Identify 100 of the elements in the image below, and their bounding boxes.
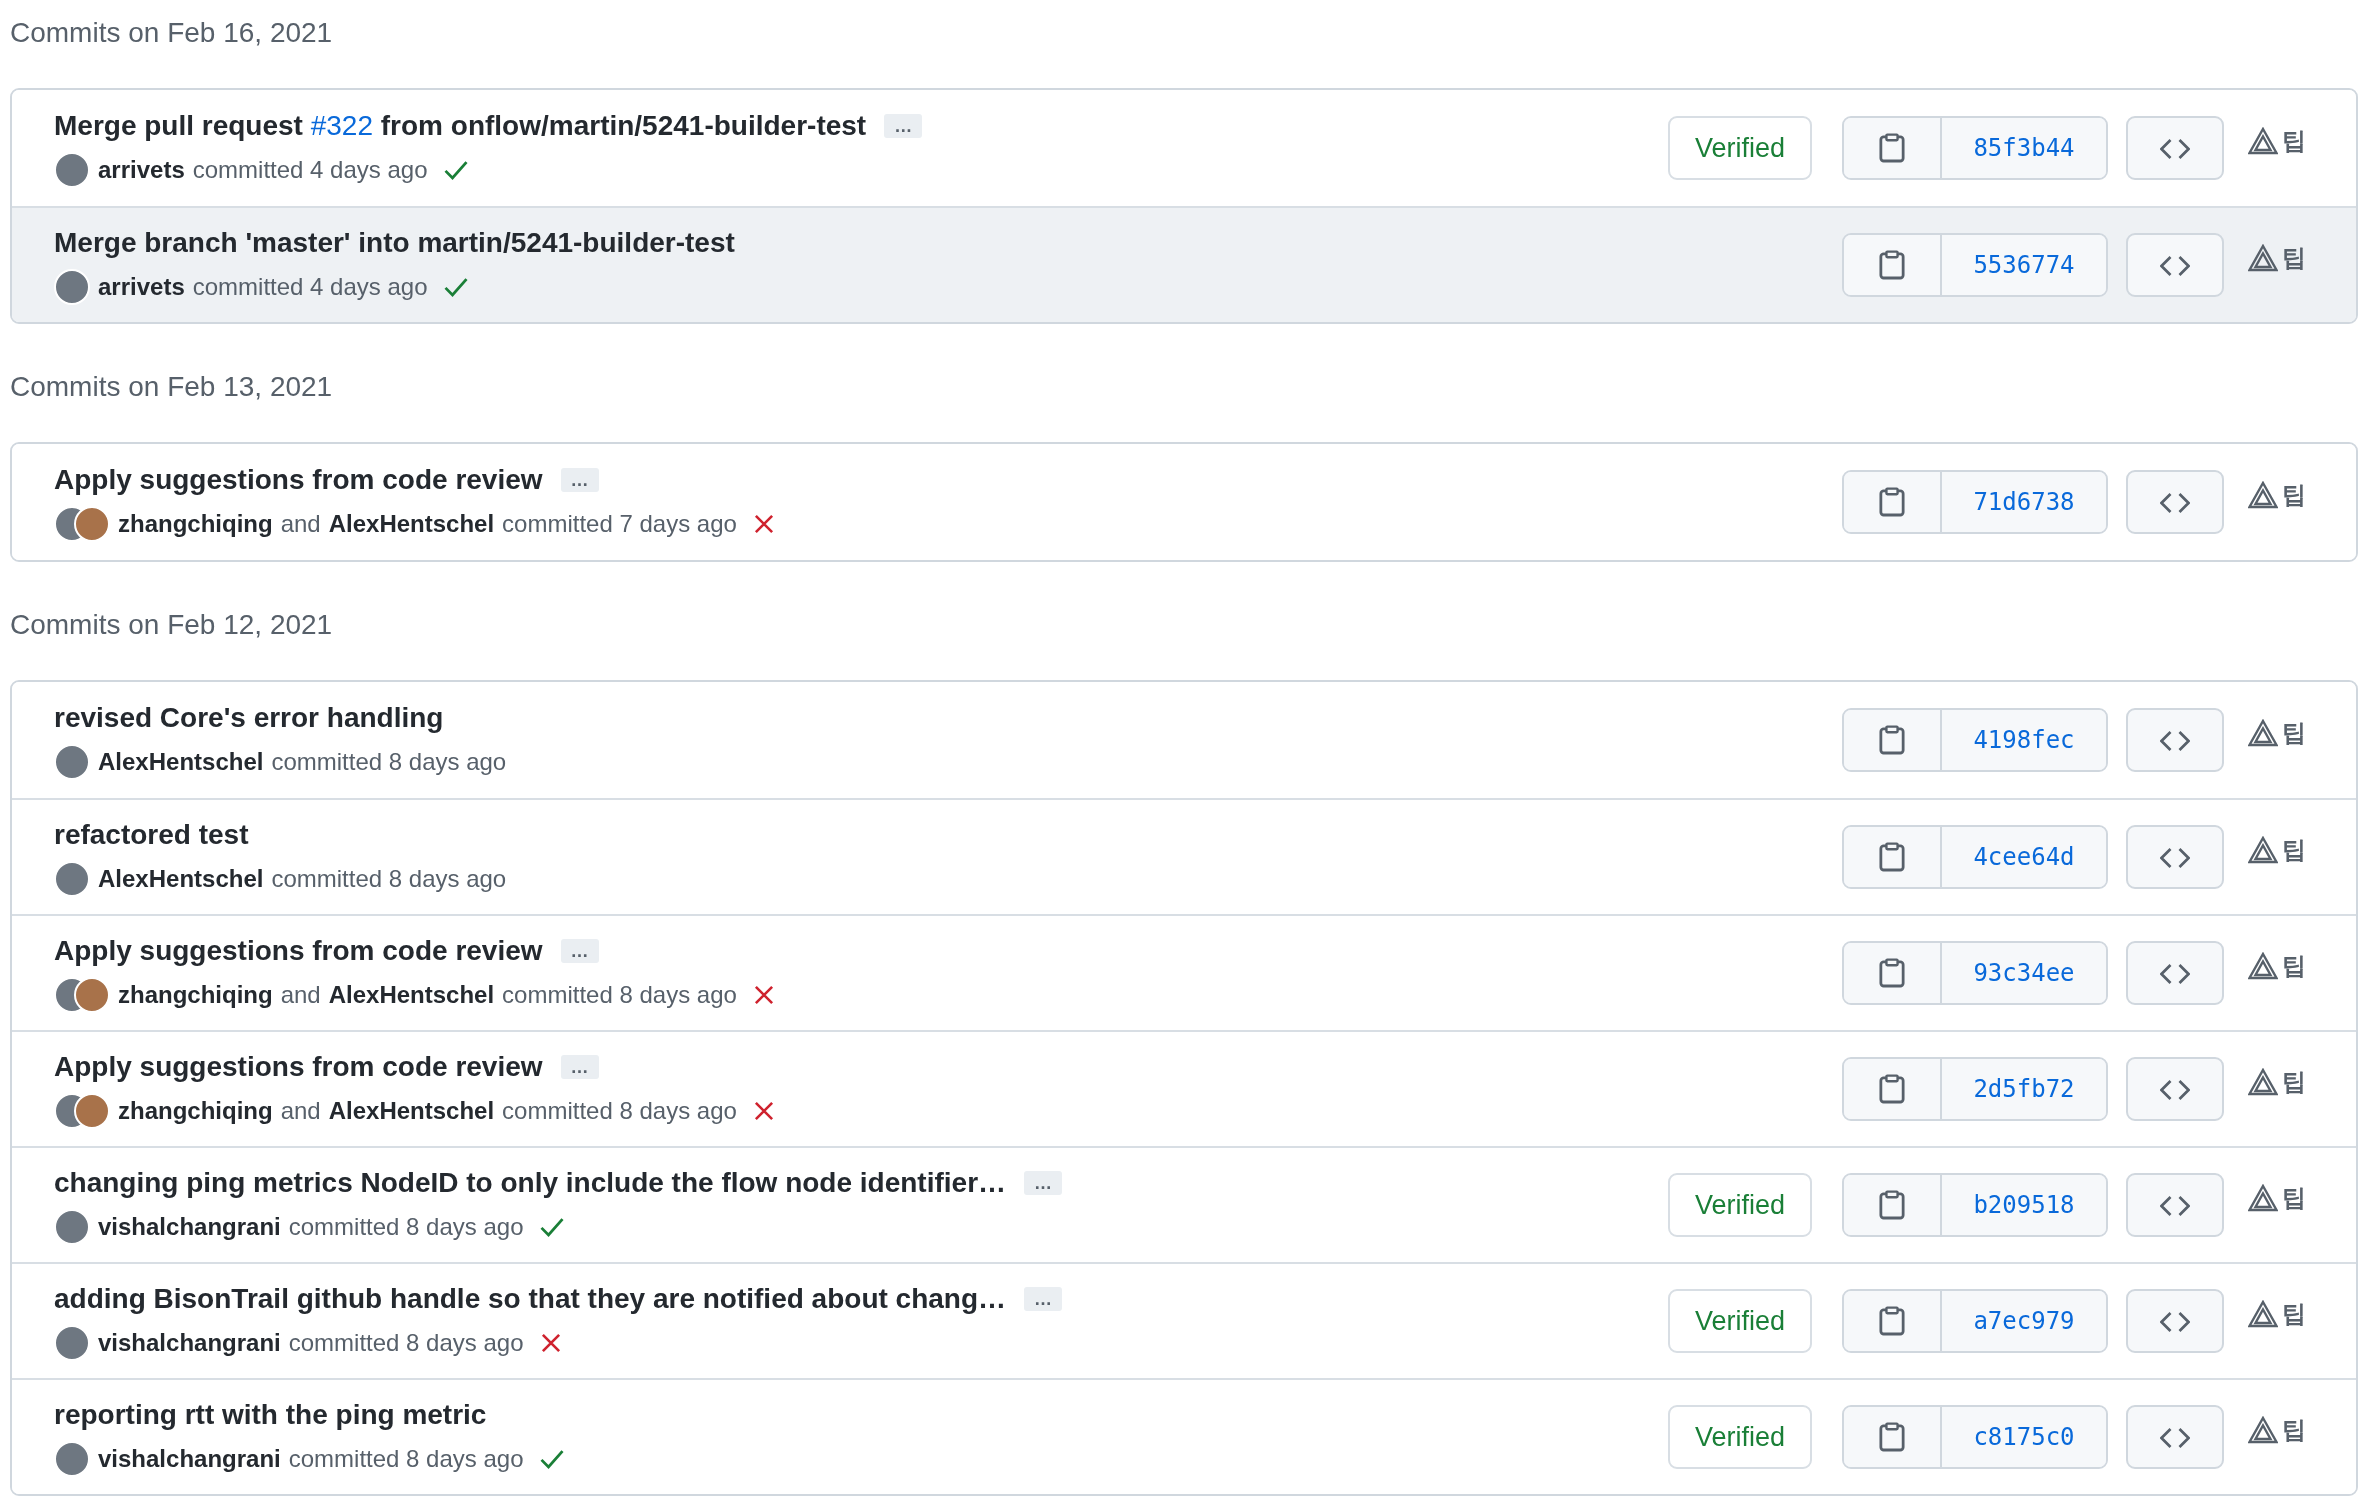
commit-title[interactable]: Merge branch 'master' into martin/5241-builder-test [54,225,735,261]
commit-time: committed 8 days ago [502,980,737,1010]
author-name[interactable]: zhangchiqing [118,977,273,1013]
commit-title[interactable]: Merge pull request #322 from onflow/martin/5241-builder-test [54,108,867,144]
browse-code-button[interactable] [2126,1173,2224,1237]
code-icon [2160,729,2190,752]
author-name[interactable]: AlexHentschel [328,1093,495,1129]
tip-label[interactable]: 팁 [2282,832,2306,868]
expand-button[interactable]: … [560,939,599,963]
triangle-icon [2248,1184,2278,1212]
commit-title[interactable]: reporting rtt with the ping metric [54,1397,487,1433]
triangle-icon [2248,127,2278,155]
clipboard-icon [1879,1074,1905,1104]
code-icon [2160,1310,2190,1333]
expand-button[interactable]: … [1024,1287,1063,1311]
commit-time: committed 8 days ago [288,1212,524,1242]
author-name[interactable]: AlexHentschel [98,744,264,780]
expand-button[interactable]: … [560,1055,599,1079]
commit-title[interactable]: revised Core's error handling [54,700,444,736]
author-name[interactable]: AlexHentschel [328,977,495,1013]
browse-code-button[interactable] [2126,941,2224,1005]
avatar [54,269,90,305]
author-name[interactable]: arrivets [98,269,185,305]
clipboard-icon [1879,1306,1905,1336]
author-name[interactable]: zhangchiqing [118,506,273,542]
triangle-icon [2248,1416,2278,1444]
triangle-icon [2248,244,2278,272]
copy-button[interactable] [1844,472,1942,532]
commit-title[interactable]: changing ping metrics NodeID to only include the flow node identifier… [54,1165,1007,1201]
clipboard-icon [1879,958,1905,988]
tip-label[interactable]: 팁 [2282,240,2306,276]
tip-label[interactable]: 팁 [2282,1180,2306,1216]
commit-title[interactable]: Apply suggestions from code review [54,933,543,969]
commit-time: committed 4 days ago [192,272,428,302]
triangle-icon [2248,1068,2278,1096]
tip-label[interactable]: 팁 [2282,1064,2306,1100]
author-name[interactable]: vishalchangrani [98,1325,281,1361]
commit-time: committed 8 days ago [502,1096,737,1126]
tip-label[interactable]: 팁 [2282,948,2306,984]
expand-button[interactable]: … [560,468,599,492]
commit-title[interactable]: adding BisonTrail github handle so that they are notified about chang… [54,1281,1007,1317]
author-name[interactable]: AlexHentschel [98,861,264,897]
commit-time: committed 8 days ago [271,747,507,777]
tip-label[interactable]: 팁 [2282,1412,2306,1448]
browse-code-button[interactable] [2126,116,2224,180]
clipboard-icon [1879,133,1905,163]
code-icon [2160,962,2190,985]
browse-code-button[interactable] [2126,708,2224,772]
browse-code-button[interactable] [2126,825,2224,889]
copy-button[interactable] [1844,1291,1942,1351]
tip-label[interactable]: 팁 [2282,715,2306,751]
commit-time: committed 7 days ago [502,509,737,539]
copy-button[interactable] [1844,1407,1942,1467]
copy-button[interactable] [1844,235,1942,295]
author-name[interactable]: vishalchangrani [98,1209,281,1245]
avatar [74,977,110,1013]
commit-time: committed 8 days ago [288,1328,524,1358]
browse-code-button[interactable] [2126,1057,2224,1121]
avatar [74,1093,110,1129]
joiner-text: and [280,509,321,539]
browse-code-button[interactable] [2126,233,2224,297]
copy-button[interactable] [1844,710,1942,770]
clipboard-icon [1879,1422,1905,1452]
commit-title[interactable]: refactored test [54,817,249,853]
clipboard-icon [1879,1190,1905,1220]
copy-button[interactable] [1844,1175,1942,1235]
triangle-icon [2248,481,2278,509]
browse-code-button[interactable] [2126,1405,2224,1469]
browse-code-button[interactable] [2126,470,2224,534]
tip-label[interactable]: 팁 [2282,1296,2306,1332]
code-icon [2160,846,2190,869]
commit-title[interactable]: Apply suggestions from code review [54,1049,543,1085]
expand-button[interactable]: … [884,114,923,138]
copy-button[interactable] [1844,827,1942,887]
triangle-icon [2248,952,2278,980]
tip-label[interactable]: 팁 [2282,477,2306,513]
code-icon [2160,1426,2190,1449]
verified-badge[interactable]: Verified [1668,1405,1812,1469]
browse-code-button[interactable] [2126,1289,2224,1353]
author-name[interactable]: vishalchangrani [98,1441,281,1477]
clipboard-icon [1879,725,1905,755]
author-name[interactable]: zhangchiqing [118,1093,273,1129]
pull-request-link[interactable]: #322 [310,110,373,141]
code-icon [2160,137,2190,160]
triangle-icon [2248,719,2278,747]
copy-button[interactable] [1844,118,1942,178]
triangle-icon [2248,1300,2278,1328]
tip-label[interactable]: 팁 [2282,123,2306,159]
code-icon [2160,1194,2190,1217]
verified-badge[interactable]: Verified [1668,1289,1812,1353]
commit-title[interactable]: Apply suggestions from code review [54,462,543,498]
author-name[interactable]: arrivets [98,152,185,188]
joiner-text: and [280,1096,321,1126]
expand-button[interactable]: … [1024,1171,1063,1195]
verified-badge[interactable]: Verified [1668,1173,1812,1237]
author-name[interactable]: AlexHentschel [328,506,495,542]
date-heading: Commits on Feb 13, 2021 [10,370,333,404]
copy-button[interactable] [1844,943,1942,1003]
verified-badge[interactable]: Verified [1668,116,1812,180]
copy-button[interactable] [1844,1059,1942,1119]
